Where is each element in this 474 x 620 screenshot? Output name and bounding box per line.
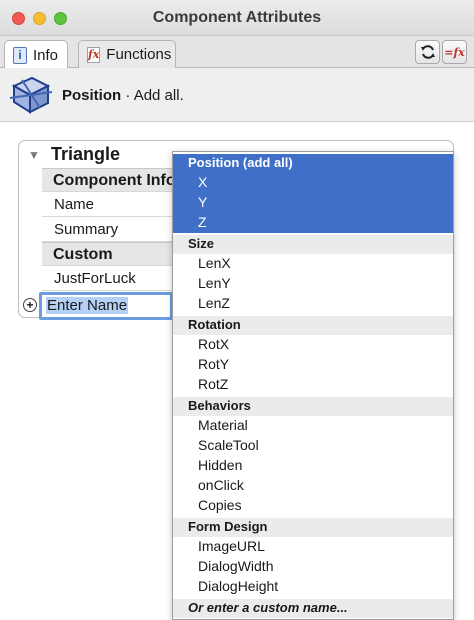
tab-strip: i Info fx Functions: [0, 36, 474, 69]
group-form-design: Form Design: [173, 518, 453, 537]
option-roty[interactable]: RotY: [173, 355, 453, 375]
header-attribute: Position: [62, 87, 122, 104]
attribute-suggestion-dropdown[interactable]: Position (add all) X Y Z Size LenX LenY …: [172, 151, 454, 620]
tab-functions-label: Functions: [106, 46, 172, 63]
option-imageurl[interactable]: ImageURL: [173, 537, 453, 557]
option-scaletool[interactable]: ScaleTool: [173, 436, 453, 456]
section-custom: Custom: [42, 242, 176, 266]
group-rotation: Rotation: [173, 316, 453, 335]
attribute-header: Position · Add all.: [0, 68, 474, 122]
add-attribute-icon[interactable]: +: [23, 298, 37, 312]
header-text: Position · Add all.: [62, 87, 184, 104]
option-lenz[interactable]: LenZ: [173, 294, 453, 314]
fx-icon: fx: [87, 46, 101, 63]
group-size: Size: [173, 235, 453, 254]
add-function-icon: =fx: [444, 45, 465, 59]
option-copies[interactable]: Copies: [173, 496, 453, 516]
add-function-button[interactable]: =fx: [442, 40, 467, 64]
new-attribute-name-value: Enter Name: [46, 297, 129, 314]
cube-icon: [9, 76, 53, 114]
attribute-row-name[interactable]: Name: [42, 192, 176, 217]
component-title: Triangle: [51, 144, 121, 164]
refresh-icon: [420, 45, 435, 59]
refresh-button[interactable]: [415, 40, 440, 64]
option-onclick[interactable]: onClick: [173, 476, 453, 496]
header-description: Add all.: [133, 87, 184, 104]
option-lenx[interactable]: LenX: [173, 254, 453, 274]
option-dialogwidth[interactable]: DialogWidth: [173, 557, 453, 577]
group-behaviors: Behaviors: [173, 397, 453, 416]
option-rotz[interactable]: RotZ: [173, 375, 453, 395]
option-dialogheight[interactable]: DialogHeight: [173, 577, 453, 597]
custom-name-option[interactable]: Or enter a custom name...: [173, 599, 453, 618]
header-separator: ·: [121, 87, 134, 104]
section-component-info: Component Info: [42, 168, 176, 192]
tab-functions[interactable]: fx Functions: [78, 40, 176, 68]
option-leny[interactable]: LenY: [173, 274, 453, 294]
option-material[interactable]: Material: [173, 416, 453, 436]
attribute-row-summary[interactable]: Summary: [42, 217, 176, 242]
option-x[interactable]: X: [173, 173, 453, 193]
group-position[interactable]: Position (add all): [173, 154, 453, 173]
window-title: Component Attributes: [152, 9, 322, 26]
tab-info[interactable]: i Info: [4, 40, 68, 69]
title-bar: Component Attributes: [0, 0, 474, 36]
option-z[interactable]: Z: [173, 213, 453, 233]
collapse-triangle-icon[interactable]: ▼: [28, 148, 40, 162]
option-hidden[interactable]: Hidden: [173, 456, 453, 476]
tab-info-label: Info: [33, 46, 59, 64]
option-rotx[interactable]: RotX: [173, 335, 453, 355]
attribute-row-justforluck[interactable]: JustForLuck: [42, 266, 176, 291]
option-y[interactable]: Y: [173, 193, 453, 213]
info-icon: i: [13, 46, 27, 64]
